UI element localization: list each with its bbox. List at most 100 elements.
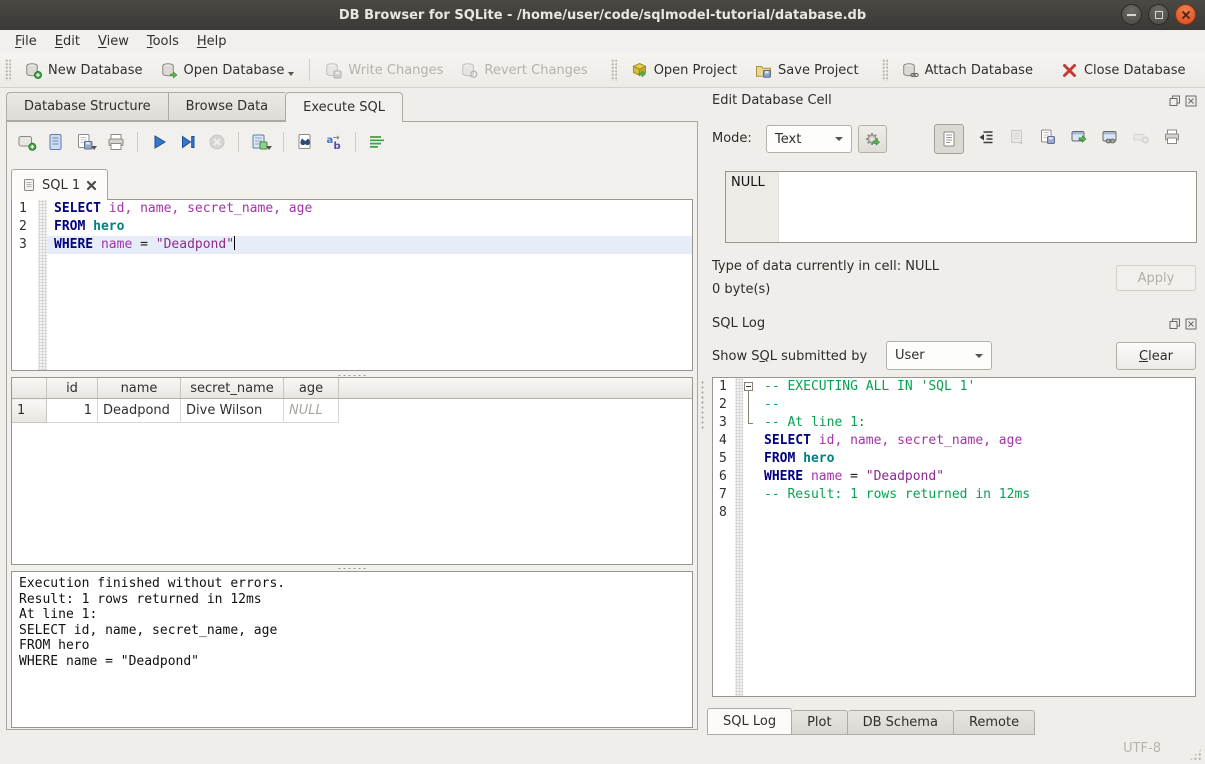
stop-execution-button: [207, 132, 227, 152]
sql-editor[interactable]: 1SELECT id, name, secret_name, age2FROM …: [11, 199, 693, 371]
toolbar-drag-handle[interactable]: [5, 59, 11, 81]
open-project-button[interactable]: Open Project: [622, 57, 746, 84]
dock-tab-plot[interactable]: Plot: [792, 710, 848, 735]
cell-age[interactable]: NULL: [284, 399, 339, 423]
save-sql-dropdown-icon[interactable]: [91, 146, 97, 150]
document-icon: [940, 130, 958, 148]
find-replace-button[interactable]: ab: [324, 132, 344, 152]
print-sql-button[interactable]: [106, 132, 126, 152]
text-cursor: [234, 236, 235, 250]
close-database-button[interactable]: Close Database: [1052, 57, 1195, 84]
code-text: -- EXECUTING ALL IN 'SQL 1': [757, 378, 1195, 396]
execution-message[interactable]: Execution finished without errors. Resul…: [11, 571, 693, 728]
column-header-name[interactable]: name: [98, 378, 181, 399]
open-project-icon: [631, 62, 648, 79]
open-in-external-button[interactable]: [1070, 128, 1088, 150]
find-button[interactable]: [295, 132, 315, 152]
column-header-secret_name[interactable]: secret_name: [181, 378, 284, 399]
revert-changes-label: Revert Changes: [484, 63, 587, 78]
menu-help[interactable]: Help: [188, 31, 236, 52]
attach-database-button[interactable]: Attach Database: [893, 57, 1042, 84]
save-project-button[interactable]: Save Project: [746, 57, 868, 84]
fold-gutter: [743, 468, 757, 486]
column-header-age[interactable]: age: [284, 378, 339, 399]
cell-type-info: Type of data currently in cell: NULL: [712, 259, 939, 274]
cell-value: NULL: [731, 175, 765, 190]
menu-tools[interactable]: Tools: [138, 31, 188, 52]
float-panel-icon[interactable]: [1169, 318, 1181, 330]
encoding-indicator[interactable]: UTF-8: [1123, 741, 1161, 756]
maximize-button[interactable]: [1148, 4, 1169, 25]
write-changes-button: Write Changes: [316, 57, 452, 84]
execute-line-button[interactable]: [178, 132, 198, 152]
code-text: SELECT id, name, secret_name, age: [757, 432, 1195, 450]
dock-tab-sql-log[interactable]: SQL Log: [707, 708, 792, 735]
app-window: DB Browser for SQLite - /home/user/code/…: [0, 0, 1205, 764]
column-header-id[interactable]: id: [47, 378, 98, 399]
open-database-dropdown-icon[interactable]: [288, 72, 294, 76]
menu-file[interactable]: File: [6, 31, 46, 52]
close-tab-icon[interactable]: [86, 180, 97, 191]
sql-log-view[interactable]: 1-- EXECUTING ALL IN 'SQL 1'2--3-- At li…: [712, 377, 1196, 697]
dock-tab-db-schema[interactable]: DB Schema: [848, 710, 954, 735]
dock-tab-remote[interactable]: Remote: [954, 710, 1035, 735]
save-sql-file-button[interactable]: [75, 132, 97, 152]
cell-id[interactable]: 1: [47, 399, 98, 423]
revert-changes-icon: [461, 62, 478, 79]
tab-execute-sql[interactable]: Execute SQL: [285, 92, 403, 122]
toolbar-separator: [355, 132, 356, 152]
cell-value-editor[interactable]: NULL: [725, 171, 1197, 243]
cell-secret_name[interactable]: Dive Wilson: [181, 399, 284, 423]
resize-grip[interactable]: [1189, 748, 1202, 761]
toolbar-drag-handle[interactable]: [882, 59, 888, 81]
wrap-text-button[interactable]: [977, 128, 995, 150]
row-header[interactable]: 1: [12, 399, 47, 423]
float-panel-icon[interactable]: [1169, 95, 1181, 107]
menu-view[interactable]: View: [89, 31, 138, 52]
header-filler: [339, 378, 693, 399]
print-cell-button[interactable]: [1163, 128, 1181, 150]
save-results-button[interactable]: [250, 132, 272, 152]
save-data-button[interactable]: [1039, 128, 1057, 150]
line-number: 4: [713, 432, 735, 450]
corner-header[interactable]: [12, 378, 47, 399]
close-panel-icon[interactable]: [1185, 95, 1197, 107]
open-sql-file-button[interactable]: [46, 132, 66, 152]
mode-select[interactable]: Text: [766, 125, 852, 153]
save-results-dropdown-icon[interactable]: [266, 146, 272, 150]
toolbar-drag-handle[interactable]: [611, 59, 617, 81]
submitted-by-select[interactable]: User: [886, 341, 992, 370]
copy-link-button[interactable]: [1101, 128, 1119, 150]
close-icon: [1181, 10, 1191, 20]
titlebar[interactable]: DB Browser for SQLite - /home/user/code/…: [0, 0, 1205, 31]
line-number: 3: [713, 414, 735, 432]
close-button[interactable]: [1175, 4, 1196, 25]
close-panel-icon[interactable]: [1185, 318, 1197, 330]
clear-log-button[interactable]: Clear: [1116, 342, 1196, 370]
minimize-button[interactable]: [1121, 4, 1142, 25]
code-line-1: 1SELECT id, name, secret_name, age: [12, 200, 692, 218]
tab-database-structure[interactable]: Database Structure: [6, 92, 168, 121]
cell-settings-button[interactable]: [858, 125, 887, 153]
text-view-button[interactable]: [934, 124, 964, 154]
line-number: 8: [713, 504, 735, 522]
format-sql-button[interactable]: [367, 132, 387, 152]
new-database-button[interactable]: New Database: [16, 57, 152, 84]
pane-splitter[interactable]: [700, 380, 705, 430]
code-text: --: [757, 396, 1195, 414]
cell-name[interactable]: Deadpond: [98, 399, 181, 423]
fold-marker[interactable]: [743, 378, 757, 396]
sql-tab-label: SQL 1: [42, 178, 80, 193]
code-line-1: 1-- EXECUTING ALL IN 'SQL 1': [713, 378, 1195, 396]
results-grid[interactable]: idnamesecret_nameage11DeadpondDive Wilso…: [11, 377, 693, 565]
window-title: DB Browser for SQLite - /home/user/code/…: [0, 8, 1205, 23]
open-database-button[interactable]: Open Database: [152, 57, 304, 84]
menu-edit[interactable]: Edit: [46, 31, 89, 52]
open-project-label: Open Project: [654, 63, 737, 78]
new-sql-tab-button[interactable]: [17, 132, 37, 152]
sql-tab[interactable]: SQL 1: [11, 169, 108, 200]
format-sql-icon: [367, 132, 387, 152]
execute-all-button[interactable]: [149, 132, 169, 152]
save-project-icon: [755, 62, 772, 79]
tab-browse-data[interactable]: Browse Data: [168, 92, 286, 121]
